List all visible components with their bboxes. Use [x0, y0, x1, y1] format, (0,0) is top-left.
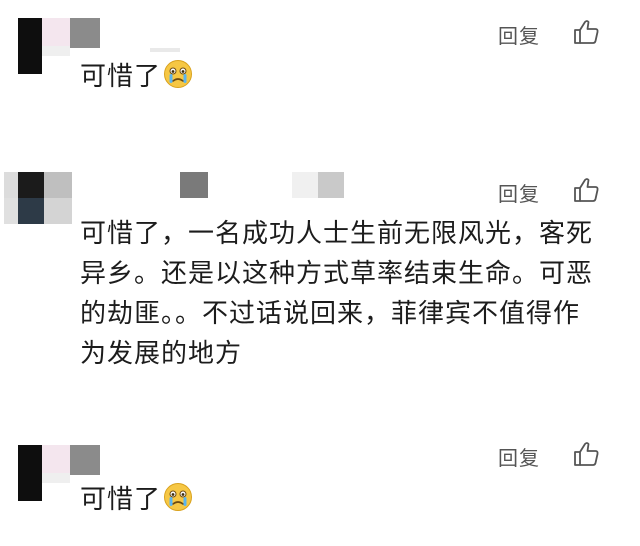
thumbs-up-icon[interactable] [572, 18, 600, 46]
reply-button[interactable]: 回复 [498, 442, 540, 471]
comment-item: 可惜了，一名成功人士生前无限风光，客死异乡。还是以这种方式草率结束生命。可恶的劫… [0, 150, 640, 415]
comment-item: 可惜了 回复 [0, 415, 640, 546]
comment-text: 可惜了 [80, 57, 193, 97]
comment-text: 可惜了 [80, 480, 193, 520]
thumbs-up-icon[interactable] [572, 440, 600, 468]
comment-list: 可惜了 回复 可惜了，一名成功人士生前无限风光，客死异乡。还是以这种方式草率结束… [0, 0, 640, 546]
username-redacted[interactable] [150, 48, 180, 52]
crying-face-icon [164, 483, 193, 511]
comment-item: 可惜了 回复 [0, 0, 640, 150]
reply-button[interactable]: 回复 [498, 178, 540, 207]
crying-face-icon [164, 60, 193, 88]
comment-text: 可惜了，一名成功人士生前无限风光，客死异乡。还是以这种方式草率结束生命。可恶的劫… [80, 219, 594, 369]
reply-button[interactable]: 回复 [498, 20, 540, 49]
thumbs-up-icon[interactable] [572, 176, 600, 204]
